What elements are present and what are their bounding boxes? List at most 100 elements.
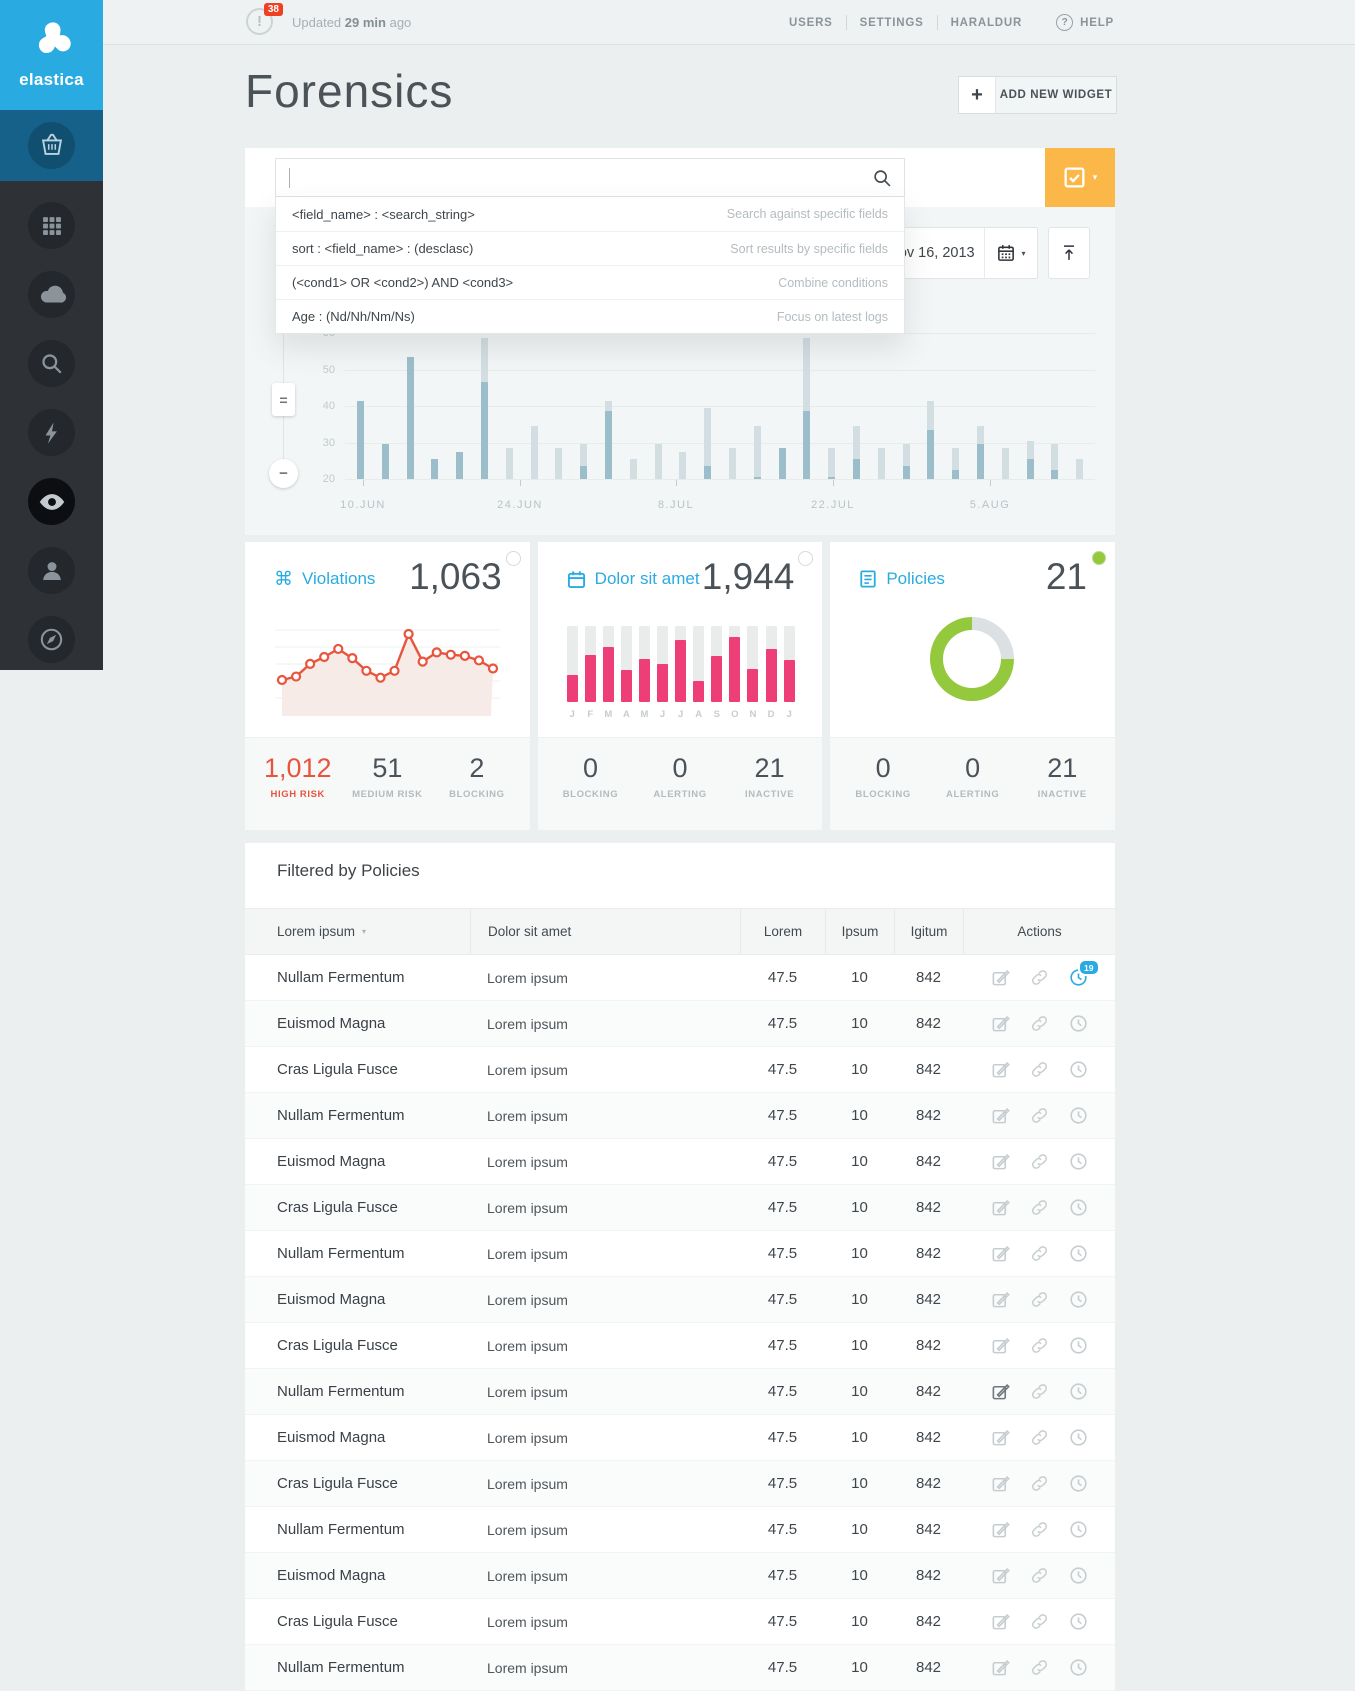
history-icon[interactable] <box>1069 1290 1088 1309</box>
zoom-slider-handle[interactable]: = <box>272 383 295 416</box>
cell-igitum: 842 <box>894 1507 963 1552</box>
sidebar-item-flash[interactable] <box>0 398 103 467</box>
widget-stats: 0BLOCKING 0ALERTING 21INACTIVE <box>538 737 823 830</box>
edit-icon[interactable] <box>991 1106 1010 1125</box>
exclaim-icon: ! <box>257 13 262 30</box>
edit-icon[interactable] <box>991 1474 1010 1493</box>
link-icon[interactable] <box>1030 1152 1049 1171</box>
policies-table-panel: Filtered by Policies Lorem ipsum▾ Dolor … <box>245 843 1115 1691</box>
add-new-widget-button[interactable]: + ADD NEW WIDGET <box>958 76 1117 114</box>
history-icon[interactable] <box>1069 1658 1088 1677</box>
edit-icon[interactable] <box>991 968 1010 987</box>
history-icon[interactable] <box>1069 1566 1088 1585</box>
widget-dolor: Dolor sit amet 1,944 JFMAMJJASONDJ 0BLOC… <box>538 542 823 830</box>
chart-bar-dark <box>382 444 389 479</box>
link-icon[interactable] <box>1030 1198 1049 1217</box>
link-icon[interactable] <box>1030 1014 1049 1033</box>
column-header-lorem-ipsum[interactable]: Lorem ipsum▾ <box>245 909 470 954</box>
widget-radio-selected[interactable] <box>1092 551 1106 565</box>
history-icon[interactable] <box>1069 1520 1088 1539</box>
link-icon[interactable] <box>1030 1336 1049 1355</box>
nav-users[interactable]: USERS <box>789 17 833 29</box>
link-icon[interactable] <box>1030 1060 1049 1079</box>
sidebar-item-users[interactable] <box>0 536 103 605</box>
history-icon[interactable]: 19 <box>1069 968 1088 987</box>
history-icon[interactable] <box>1069 1244 1088 1263</box>
edit-icon[interactable] <box>991 1152 1010 1171</box>
edit-icon[interactable] <box>991 1612 1010 1631</box>
lightning-icon <box>39 420 65 446</box>
edit-icon[interactable] <box>991 1244 1010 1263</box>
history-icon[interactable] <box>1069 1428 1088 1447</box>
sidebar-item-explore[interactable] <box>0 605 103 674</box>
cell-name: Cras Ligula Fusce <box>245 1599 470 1644</box>
link-icon[interactable] <box>1030 1244 1049 1263</box>
search-suggestion[interactable]: sort : <field_name> : (desclasc)Sort res… <box>276 231 904 265</box>
month-label: N <box>747 709 758 720</box>
link-icon[interactable] <box>1030 1290 1049 1309</box>
edit-icon[interactable] <box>991 1014 1010 1033</box>
widget-radio[interactable] <box>506 551 521 566</box>
history-icon[interactable] <box>1069 1474 1088 1493</box>
history-icon[interactable] <box>1069 1612 1088 1631</box>
apply-search-button[interactable]: ▾ <box>1045 148 1115 207</box>
edit-icon[interactable] <box>991 1566 1010 1585</box>
cell-description: Lorem ipsum <box>470 955 740 1000</box>
sidebar-item-forensics[interactable] <box>0 467 103 536</box>
link-icon[interactable] <box>1030 1520 1049 1539</box>
search-suggestion[interactable]: <field_name> : <search_string>Search aga… <box>276 197 904 231</box>
sidebar-item-store[interactable] <box>0 110 103 181</box>
link-icon[interactable] <box>1030 1566 1049 1585</box>
link-icon[interactable] <box>1030 1428 1049 1447</box>
edit-icon[interactable] <box>991 1198 1010 1217</box>
add-widget-label: ADD NEW WIDGET <box>996 77 1116 113</box>
history-icon[interactable] <box>1069 1198 1088 1217</box>
cell-description: Lorem ipsum <box>470 1553 740 1598</box>
edit-icon[interactable] <box>991 1336 1010 1355</box>
elastica-logo[interactable]: elastica <box>0 0 103 110</box>
nav-settings[interactable]: SETTINGS <box>860 17 924 29</box>
column-header-dolor: Dolor sit amet <box>470 909 740 954</box>
link-icon[interactable] <box>1030 1658 1049 1677</box>
history-icon[interactable] <box>1069 1382 1088 1401</box>
notifications-button[interactable]: ! 38 <box>246 8 273 35</box>
link-icon[interactable] <box>1030 1382 1049 1401</box>
history-icon[interactable] <box>1069 1060 1088 1079</box>
cell-igitum: 842 <box>894 1093 963 1138</box>
edit-icon[interactable] <box>991 1658 1010 1677</box>
calendar-button[interactable]: ▾ <box>984 228 1037 278</box>
sidebar-nav <box>0 181 103 674</box>
search-input[interactable] <box>275 158 905 197</box>
link-icon[interactable] <box>1030 1474 1049 1493</box>
history-icon[interactable] <box>1069 1106 1088 1125</box>
link-icon[interactable] <box>1030 1612 1049 1631</box>
sidebar-item-cloud[interactable] <box>0 260 103 329</box>
scroll-top-button[interactable] <box>1048 227 1090 279</box>
sidebar-item-search[interactable] <box>0 329 103 398</box>
chart-bar <box>1002 448 1009 479</box>
edit-icon[interactable] <box>991 1428 1010 1447</box>
link-icon[interactable] <box>1030 1106 1049 1125</box>
history-icon[interactable] <box>1069 1336 1088 1355</box>
search-suggestion[interactable]: (<cond1> OR <cond2>) AND <cond3>Combine … <box>276 265 904 299</box>
zoom-out-button[interactable]: − <box>269 459 298 488</box>
edit-icon[interactable] <box>991 1382 1010 1401</box>
search-icon[interactable] <box>871 167 893 194</box>
link-icon[interactable] <box>1030 968 1049 987</box>
edit-icon[interactable] <box>991 1290 1010 1309</box>
history-icon[interactable] <box>1069 1152 1088 1171</box>
cell-igitum: 842 <box>894 1369 963 1414</box>
cell-description: Lorem ipsum <box>470 1369 740 1414</box>
help-button[interactable]: ? HELP <box>1056 14 1114 31</box>
edit-icon[interactable] <box>991 1060 1010 1079</box>
sidebar-item-apps[interactable] <box>0 191 103 260</box>
history-icon[interactable] <box>1069 1014 1088 1033</box>
nav-separator <box>846 15 847 30</box>
search-suggestion[interactable]: Age : (Nd/Nh/Nm/Ns)Focus on latest logs <box>276 299 904 333</box>
x-axis-label: 24.JUN <box>485 499 555 511</box>
nav-account[interactable]: HARALDUR <box>951 17 1023 29</box>
text-cursor <box>289 168 290 188</box>
table-row: Cras Ligula FusceLorem ipsum47.510842 <box>245 1599 1115 1645</box>
edit-icon[interactable] <box>991 1520 1010 1539</box>
widget-radio[interactable] <box>798 551 813 566</box>
